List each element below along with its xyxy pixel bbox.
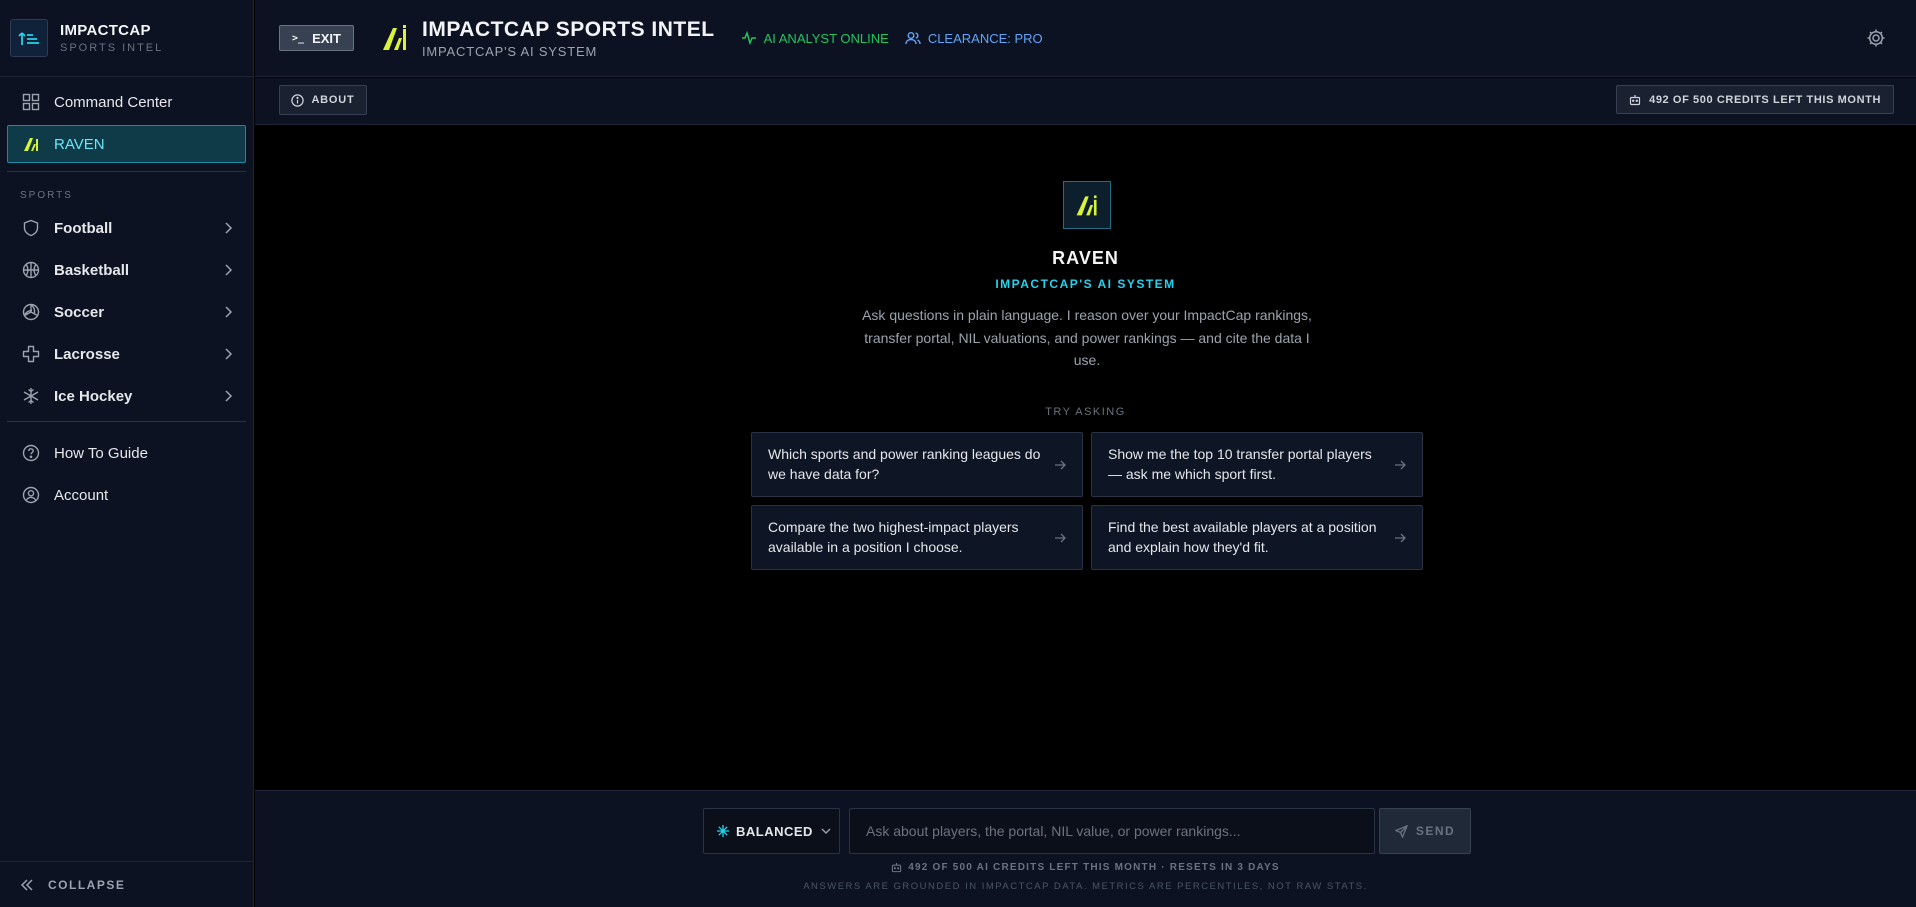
clearance-indicator: CLEARANCE: PRO xyxy=(905,31,1043,46)
credits-badge: 492 OF 500 CREDITS LEFT THIS MONTH xyxy=(1616,85,1894,114)
basketball-icon xyxy=(22,261,40,279)
sidebar-nav: Command Center RAVEN SPORTS Football Bas… xyxy=(0,77,253,514)
divider xyxy=(7,421,246,422)
top-header: >_ EXIT IMPACTCAP SPORTS INTEL IMPACTCAP… xyxy=(255,0,1916,77)
mode-select[interactable]: BALANCED xyxy=(703,808,840,854)
sub-toolbar: ABOUT 492 OF 500 CREDITS LEFT THIS MONTH xyxy=(255,78,1916,125)
about-label: ABOUT xyxy=(311,94,355,106)
user-circle-icon xyxy=(22,486,40,504)
assistant-description: Ask questions in plain language. I reaso… xyxy=(862,307,1312,368)
suggestion-card[interactable]: Which sports and power ranking leagues d… xyxy=(751,432,1083,497)
status-online-label: AI ANALYST ONLINE xyxy=(763,30,889,46)
robot-icon xyxy=(1629,94,1641,106)
sidebar-item-label: RAVEN xyxy=(54,135,105,153)
terminal-icon: >_ xyxy=(292,32,305,44)
suggestion-card[interactable]: Compare the two highest-impact players a… xyxy=(751,505,1083,570)
suggestion-text: Find the best available players at a pos… xyxy=(1108,519,1377,555)
volleyball-icon xyxy=(22,303,40,321)
assistant-title: RAVEN xyxy=(1052,248,1119,268)
sidebar-item-label: Command Center xyxy=(54,93,173,111)
chat-input[interactable] xyxy=(849,808,1375,854)
info-icon xyxy=(291,93,305,107)
shield-icon xyxy=(22,219,40,237)
footer-credits: 492 OF 500 AI CREDITS LEFT THIS MONTH · … xyxy=(255,862,1916,873)
raven-logo-icon xyxy=(380,23,410,53)
exit-label: EXIT xyxy=(312,30,341,46)
impactcap-logo-icon xyxy=(10,19,48,57)
sidebar-item-ice-hockey[interactable]: Ice Hockey xyxy=(7,377,246,415)
footer-note: ANSWERS ARE GROUNDED IN IMPACTCAP DATA. … xyxy=(803,881,1368,892)
send-label: SEND xyxy=(1415,824,1456,838)
try-asking-label: TRY ASKING xyxy=(1045,406,1126,418)
arrow-right-icon xyxy=(1394,530,1406,550)
gear-icon[interactable] xyxy=(1866,28,1886,53)
sidebar-item-soccer[interactable]: Soccer xyxy=(7,293,246,331)
sidebar-item-basketball[interactable]: Basketball xyxy=(7,251,246,289)
collapse-label: COLLAPSE xyxy=(48,877,126,892)
app-title: IMPACTCAP SPORTS INTEL xyxy=(422,17,715,41)
sparkle-icon xyxy=(716,824,730,838)
chevron-right-icon xyxy=(223,389,233,407)
sidebar-item-lacrosse[interactable]: Lacrosse xyxy=(7,335,246,373)
chevrons-left-icon xyxy=(20,878,34,891)
chevron-right-icon xyxy=(223,263,233,281)
app-subtitle: IMPACTCAP'S AI SYSTEM xyxy=(422,43,598,59)
raven-icon xyxy=(22,135,40,153)
sidebar-item-label: Soccer xyxy=(54,303,105,321)
send-button[interactable]: SEND xyxy=(1379,808,1471,854)
chevron-right-icon xyxy=(223,305,233,323)
sidebar: IMPACTCAP SPORTS INTEL Command Center RA… xyxy=(0,0,254,907)
arrow-right-icon xyxy=(1054,530,1066,550)
sidebar-item-label: Lacrosse xyxy=(54,345,120,363)
chevron-down-icon xyxy=(821,827,831,835)
divider xyxy=(7,171,246,172)
mode-label: BALANCED xyxy=(736,823,813,839)
suggestion-card[interactable]: Show me the top 10 transfer portal playe… xyxy=(1091,432,1423,497)
chevron-right-icon xyxy=(223,347,233,365)
sidebar-item-label: How To Guide xyxy=(54,444,148,462)
arrow-right-icon xyxy=(1394,457,1406,477)
chat-main: RAVEN IMPACTCAP'S AI SYSTEM Ask question… xyxy=(255,126,1916,790)
assistant-subtitle: IMPACTCAP'S AI SYSTEM xyxy=(995,277,1176,291)
brand[interactable]: IMPACTCAP SPORTS INTEL xyxy=(0,0,253,77)
sidebar-item-label: Account xyxy=(54,486,109,504)
suggestion-card[interactable]: Find the best available players at a pos… xyxy=(1091,505,1423,570)
sidebar-item-command-center[interactable]: Command Center xyxy=(7,83,246,121)
exit-button[interactable]: >_ EXIT xyxy=(279,25,354,51)
credits-label: 492 OF 500 CREDITS LEFT THIS MONTH xyxy=(1649,93,1881,106)
raven-logo-icon xyxy=(1063,181,1111,229)
snowflake-icon xyxy=(22,387,40,405)
sidebar-item-account[interactable]: Account xyxy=(7,476,246,514)
sidebar-item-label: Basketball xyxy=(54,261,130,279)
sidebar-item-label: Ice Hockey xyxy=(54,387,133,405)
help-circle-icon xyxy=(22,444,40,462)
send-icon xyxy=(1394,824,1408,838)
brand-subtitle: SPORTS INTEL xyxy=(60,42,164,54)
ai-status-indicator: AI ANALYST ONLINE xyxy=(741,31,889,46)
arrow-right-icon xyxy=(1054,457,1066,477)
suggestion-text: Compare the two highest-impact players a… xyxy=(768,519,1019,555)
chat-composer: BALANCED SEND 492 OF 500 AI CREDITS LEFT… xyxy=(255,790,1916,907)
chevron-right-icon xyxy=(223,221,233,239)
sidebar-item-raven[interactable]: RAVEN xyxy=(7,125,246,163)
suggestion-text: Show me the top 10 transfer portal playe… xyxy=(1108,446,1372,482)
sidebar-item-football[interactable]: Football xyxy=(7,209,246,247)
cross-icon xyxy=(22,345,40,363)
users-icon xyxy=(905,31,921,45)
about-button[interactable]: ABOUT xyxy=(279,85,367,115)
collapse-button[interactable]: COLLAPSE xyxy=(0,861,253,907)
sidebar-item-label: Football xyxy=(54,219,113,237)
clearance-label: CLEARANCE: PRO xyxy=(927,30,1043,46)
sports-section-label: SPORTS xyxy=(20,190,73,201)
suggestion-text: Which sports and power ranking leagues d… xyxy=(768,446,1041,482)
sidebar-item-how-to-guide[interactable]: How To Guide xyxy=(7,434,246,472)
grid-icon xyxy=(22,93,40,111)
footer-credits-label: 492 OF 500 AI CREDITS LEFT THIS MONTH · … xyxy=(908,862,1280,873)
activity-icon xyxy=(741,31,757,45)
robot-icon xyxy=(891,862,902,873)
brand-title: IMPACTCAP xyxy=(60,22,151,39)
